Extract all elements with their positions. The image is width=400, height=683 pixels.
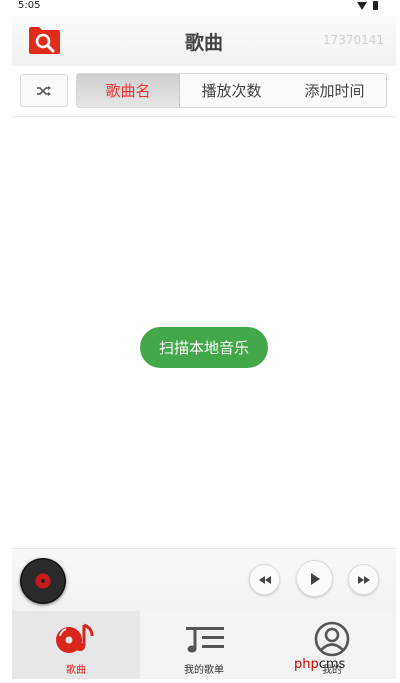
album-disc-icon[interactable]	[20, 558, 66, 604]
tab-play-count[interactable]: 播放次数	[180, 74, 283, 107]
fast-forward-icon	[357, 575, 370, 584]
tab-song-name[interactable]: 歌曲名	[77, 74, 180, 107]
playlist-icon	[186, 627, 224, 653]
nav-songs[interactable]: 歌曲	[12, 611, 140, 679]
status-icons	[357, 1, 378, 10]
shuffle-icon	[37, 85, 51, 96]
tab-added-time[interactable]: 添加时间	[283, 74, 386, 107]
nav-my-playlists-label: 我的歌单	[184, 665, 224, 676]
shuffle-button[interactable]	[20, 74, 68, 107]
previous-button[interactable]	[249, 564, 280, 595]
scan-local-music-button[interactable]: 扫描本地音乐	[140, 327, 268, 368]
music-note-icon	[56, 623, 94, 653]
sort-tabs: 歌曲名 播放次数 添加时间	[76, 73, 387, 108]
next-button[interactable]	[348, 564, 379, 595]
watermark-cms: cms	[318, 657, 346, 672]
play-button[interactable]	[296, 560, 333, 597]
divider	[12, 116, 396, 117]
user-profile-icon	[314, 621, 350, 657]
status-time: 5:05	[18, 0, 41, 11]
wifi-icon	[357, 1, 367, 10]
app-header: 歌曲 17370141	[12, 16, 396, 66]
play-icon	[310, 572, 320, 585]
status-bar: 5:05	[0, 0, 400, 14]
nav-my-playlists[interactable]: 我的歌单	[140, 611, 268, 679]
nav-songs-label: 歌曲	[66, 665, 86, 676]
watermark-php: php	[294, 657, 319, 672]
battery-icon	[373, 1, 378, 10]
mini-player	[12, 548, 396, 611]
rewind-icon	[258, 575, 271, 584]
user-id-label: 17370141	[322, 33, 384, 47]
watermark: phpcms	[294, 657, 345, 672]
